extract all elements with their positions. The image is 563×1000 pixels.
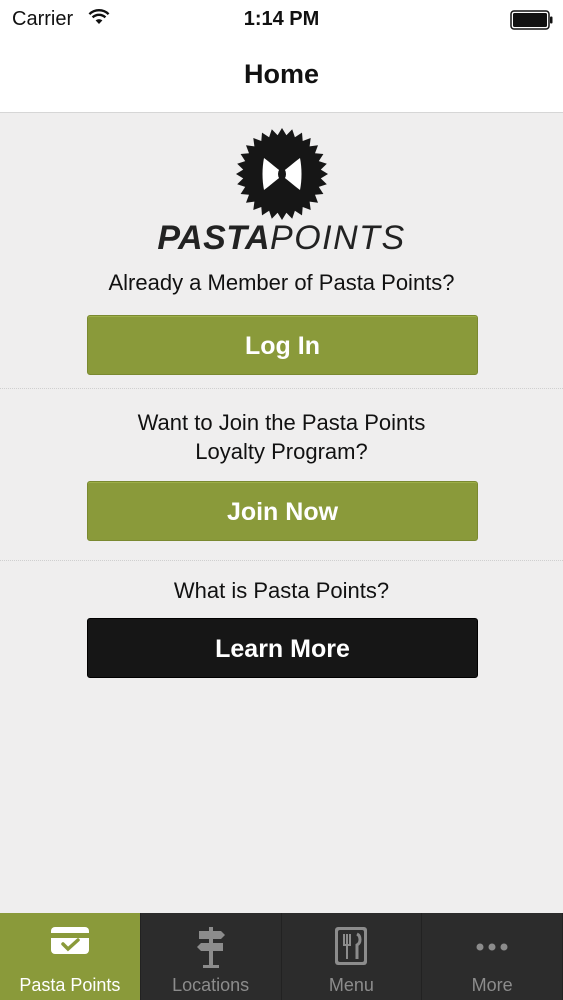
card-check-icon — [50, 927, 89, 954]
page-title: Home — [243, 59, 319, 89]
home-content: PASTAPOINTS Already a Member of Pasta Po… — [0, 114, 563, 913]
navigation-bar: Home — [0, 40, 563, 113]
learn-more-button[interactable]: Learn More — [87, 618, 478, 678]
tab-label: Pasta Points — [19, 975, 121, 995]
learn-prompt: What is Pasta Points? — [173, 578, 390, 603]
section-divider — [0, 560, 563, 561]
battery-icon — [510, 10, 553, 30]
tab-label: More — [471, 975, 513, 995]
tab-bar: Pasta Points Locations Menu More — [0, 913, 563, 1000]
tab-label: Locations — [172, 975, 250, 995]
log-in-button[interactable]: Log In — [87, 315, 478, 375]
more-dots-icon — [476, 943, 508, 951]
login-prompt: Already a Member of Pasta Points? — [108, 270, 455, 295]
join-now-button[interactable]: Join Now — [87, 481, 478, 541]
join-prompt-line-1: Want to Join the Pasta Points — [137, 410, 426, 435]
logo-word-bold: PASTA — [157, 219, 271, 257]
status-time: 1:14 PM — [243, 8, 320, 30]
tab-pasta-points[interactable]: Pasta Points — [0, 913, 141, 1000]
tab-more[interactable]: More — [422, 913, 563, 1000]
join-prompt-line-2: Loyalty Program? — [195, 439, 368, 464]
status-bar: Carrier 1:14 PM — [0, 0, 563, 40]
tab-label: Menu — [328, 975, 374, 995]
utensils-icon — [335, 927, 368, 965]
section-divider — [0, 388, 563, 389]
pasta-points-logo: PASTAPOINTS — [0, 219, 563, 258]
signpost-icon — [196, 927, 225, 968]
pasta-bowtie-badge-icon — [236, 128, 328, 220]
tab-locations[interactable]: Locations — [141, 913, 282, 1000]
tab-menu[interactable]: Menu — [282, 913, 423, 1000]
logo-word-light: POINTS — [270, 219, 406, 257]
